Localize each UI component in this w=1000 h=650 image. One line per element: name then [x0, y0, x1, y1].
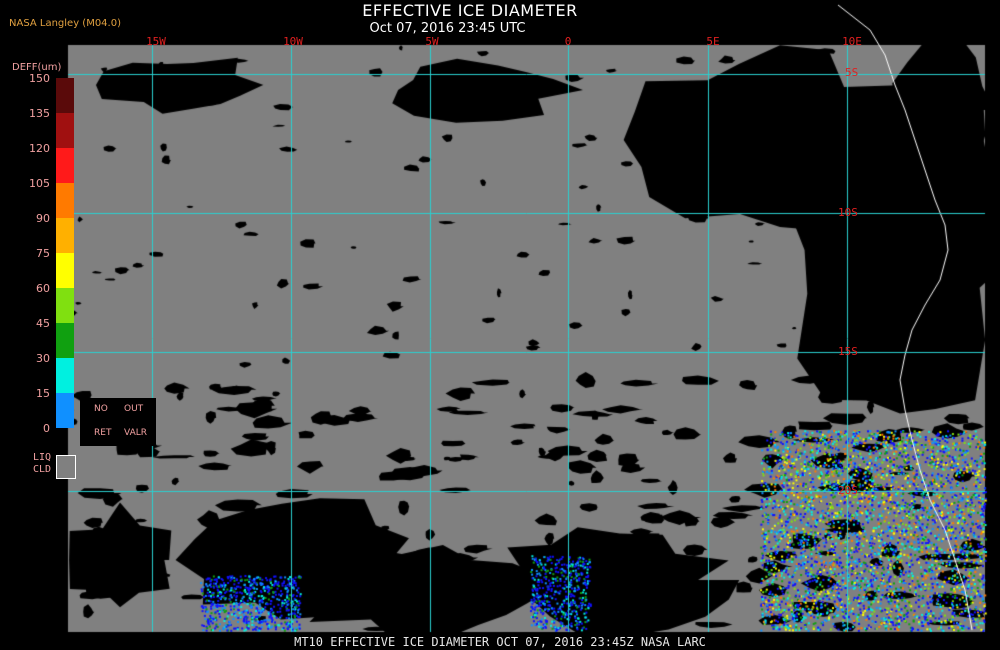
liquid-cloud-swatch: [56, 455, 76, 479]
legend-tick-label: 90: [36, 212, 50, 225]
no-retrieval-key: NO OUT RET VALR: [80, 398, 156, 446]
legend-tick-label: 15: [36, 387, 50, 400]
map-footer: MT10 EFFECTIVE ICE DIAMETER OCT 07, 2016…: [294, 635, 706, 649]
legend-tick-label: 0: [43, 422, 50, 435]
legend-swatch: [56, 218, 74, 253]
legend-tick-label: 45: [36, 317, 50, 330]
lon-label-15w: 15W: [146, 35, 166, 48]
product-badge: NASA Langley (M04.0): [9, 18, 121, 29]
legend-tick-label: 150: [29, 72, 50, 85]
lat-label-5s: 5S: [845, 66, 859, 79]
satellite-map: [0, 0, 1000, 650]
color-scale-bar: [56, 78, 74, 428]
legend-tick-label: 75: [36, 247, 50, 260]
valr-label: VALR: [124, 428, 148, 438]
lon-label-10w: 10W: [283, 35, 303, 48]
legend-swatch: [56, 393, 74, 428]
lon-label-5e: 5E: [706, 35, 720, 48]
out-label: OUT: [124, 404, 144, 414]
liquid-cloud-label: LIQ CLD: [33, 452, 52, 475]
legend-tick-label: 105: [29, 177, 50, 190]
lat-label-10s: 10S: [838, 206, 858, 219]
lon-label-10e: 10E: [842, 35, 862, 48]
lat-label-20s: 20S: [838, 484, 858, 497]
legend-swatch: [56, 148, 74, 183]
legend-tick-label: 30: [36, 352, 50, 365]
lon-label-5w: 5W: [425, 35, 439, 48]
legend-swatch: [56, 183, 74, 218]
lon-label-0: 0: [564, 35, 572, 48]
legend-swatch: [56, 113, 74, 148]
lat-label-15s: 15S: [838, 345, 858, 358]
legend-tick-label: 60: [36, 282, 50, 295]
legend-tick-label: 120: [29, 142, 50, 155]
legend-swatch: [56, 288, 74, 323]
legend-swatch: [56, 253, 74, 288]
map-title: EFFECTIVE ICE DIAMETER: [362, 1, 578, 20]
legend-swatch: [56, 323, 74, 358]
legend-swatch: [56, 78, 74, 113]
map-timestamp: Oct 07, 2016 23:45 UTC: [369, 21, 526, 36]
legend-swatch: [56, 358, 74, 393]
no-label: NO: [94, 404, 108, 414]
ret-label: RET: [94, 428, 112, 438]
legend-tick-label: 135: [29, 107, 50, 120]
